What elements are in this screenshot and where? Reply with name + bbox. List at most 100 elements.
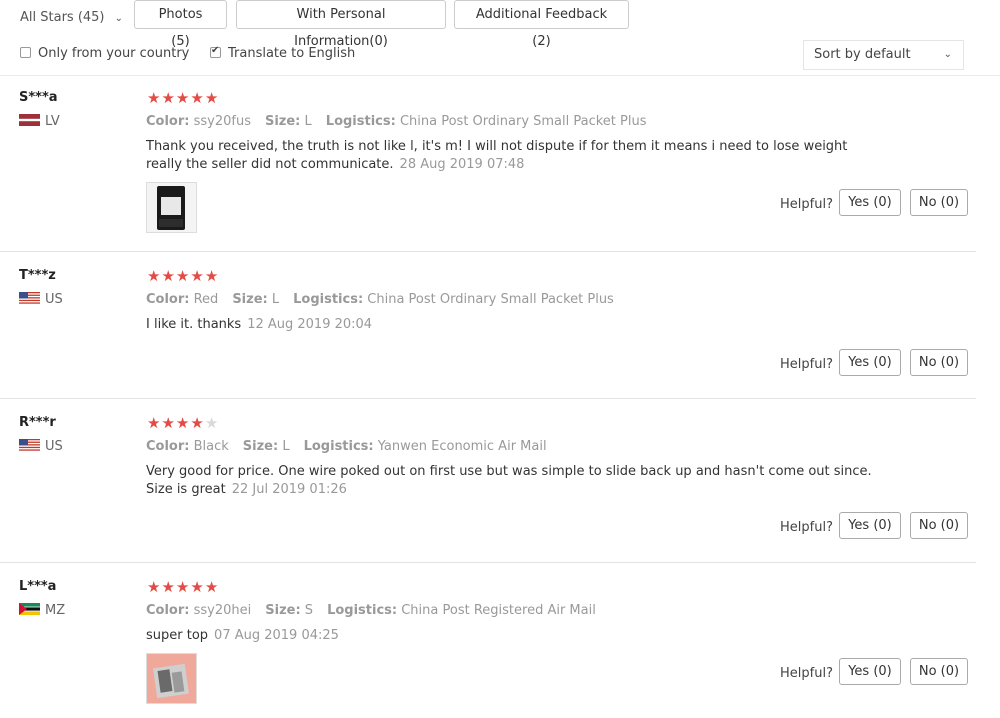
star-icon: ★ [190,578,205,596]
star-filter-label: All Stars (45) [20,10,105,25]
reviewer-name: S***a [19,90,58,105]
logistics-label: Logistics: [303,439,374,454]
helpful-yes-button[interactable]: Yes (0) [839,189,901,216]
translate-checkbox[interactable]: Translate to English [210,45,356,61]
reviewer-name: R***r [19,415,56,430]
helpful-label: Helpful? [780,666,833,681]
review-item: R***r US ★★★★★ Color: Black Size: L Logist… [0,415,976,563]
reviewer-name: L***a [19,579,57,594]
review-photo-thumbnail[interactable] [146,182,197,233]
helpful-yes-button[interactable]: Yes (0) [839,658,901,685]
country-code: US [45,439,63,454]
country-code: US [45,292,63,307]
filter-bar: All Stars (45) ⌄ Photos (5) With Persona… [0,0,1000,75]
star-icon: ★ [161,89,176,107]
star-icon: ★ [175,578,191,596]
translate-label: Translate to English [228,46,356,61]
photo-image [147,183,196,232]
logistics-label: Logistics: [325,114,396,129]
chevron-down-icon: ⌄ [943,49,952,60]
sort-select[interactable]: Sort by default ⌄ [803,40,964,70]
sort-label: Sort by default [814,47,911,62]
size-value: L [271,292,280,307]
review-date: 07 Aug 2019 04:25 [214,628,339,643]
review-date: 22 Jul 2019 01:26 [231,482,347,497]
size-label: Size: [264,114,301,129]
checkbox-checked-icon[interactable] [210,45,221,58]
order-attributes: Color: ssy20hei Size: S Logistics: China P… [146,603,596,618]
helpful-yes-button[interactable]: Yes (0) [839,512,901,539]
star-icon: ★ [161,414,176,432]
country-code: MZ [45,603,66,618]
helpful-label: Helpful? [780,357,833,372]
personal-info-filter-button[interactable]: With Personal Information(0) [236,0,446,49]
helpful-yes-button[interactable]: Yes (0) [839,349,901,376]
photos-filter-button[interactable]: Photos (5) [134,0,227,49]
color-label: Color: [146,603,190,618]
star-icon: ★ [204,578,220,596]
star-icon: ★ [175,267,191,285]
order-attributes: Color: Black Size: L Logistics: Yanwen Eco… [146,439,547,454]
review-item: S***a LV ★★★★★ Color: ssy20fus Size: L Log… [0,90,976,252]
color-label: Color: [146,292,190,307]
review-body: super top [146,628,209,643]
size-value: L [304,114,312,129]
review-text: super top 07 Aug 2019 04:25 [146,627,876,645]
color-value: Black [193,439,229,454]
reviewer-country: US [19,439,63,454]
review-date: 28 Aug 2019 07:48 [399,157,525,172]
mozambique-flag-icon [19,603,40,615]
star-filter-select[interactable]: All Stars (45) ⌄ [20,10,123,25]
checkbox-icon[interactable] [20,47,31,58]
star-icon: ★ [190,89,205,107]
star-icon: ★ [204,89,220,107]
reviewer-country: MZ [19,603,65,618]
star-icon: ★ [204,267,220,285]
usa-flag-icon [19,439,40,451]
star-icon: ★ [161,578,176,596]
size-value: L [282,439,290,454]
logistics-value: China Post Registered Air Mail [401,603,596,618]
additional-feedback-filter-button[interactable]: Additional Feedback (2) [454,0,629,49]
only-country-label: Only from your country [38,46,190,61]
divider [0,75,1000,76]
star-icon: ★ [161,267,176,285]
review-text: I like it. thanks 12 Aug 2019 20:04 [146,316,876,334]
helpful-label: Helpful? [780,520,833,535]
star-icon: ★ [175,414,191,432]
helpful-label: Helpful? [780,197,833,212]
star-empty-icon: ★ [204,414,220,432]
review-item: L***a MZ ★★★★★ Color: ssy20hei Size: S Log… [0,579,976,718]
helpful-no-button[interactable]: No (0) [910,189,968,216]
latvia-flag-icon [19,114,40,126]
rating-stars: ★★★★★ [147,415,219,431]
size-label: Size: [242,439,279,454]
star-icon: ★ [147,578,162,596]
star-icon: ★ [175,89,191,107]
only-country-checkbox[interactable]: Only from your country [20,46,189,61]
review-photo-thumbnail[interactable] [146,653,197,704]
review-text: Very good for price. One wire poked out … [146,463,876,499]
order-attributes: Color: Red Size: L Logistics: China Post O… [146,292,614,307]
reviewer-country: US [19,292,63,307]
rating-stars: ★★★★★ [147,579,219,595]
helpful-no-button[interactable]: No (0) [910,658,968,685]
star-icon: ★ [190,267,205,285]
logistics-label: Logistics: [293,292,364,307]
photo-image [147,654,196,703]
review-text: Thank you received, the truth is not lik… [146,138,876,174]
color-label: Color: [146,114,190,129]
review-item: T***z US ★★★★★ Color: Red Size: L Logistic… [0,268,976,399]
logistics-value: Yanwen Economic Air Mail [377,439,547,454]
order-attributes: Color: ssy20fus Size: L Logistics: China P… [146,114,647,129]
helpful-no-button[interactable]: No (0) [910,349,968,376]
reviewer-country: LV [19,114,60,129]
size-label: Size: [232,292,268,307]
star-icon: ★ [147,267,162,285]
star-icon: ★ [190,414,205,432]
review-date: 12 Aug 2019 20:04 [247,317,373,332]
logistics-value: China Post Ordinary Small Packet Plus [399,114,647,129]
reviewer-name: T***z [19,268,56,283]
color-value: Red [193,292,219,307]
helpful-no-button[interactable]: No (0) [910,512,968,539]
